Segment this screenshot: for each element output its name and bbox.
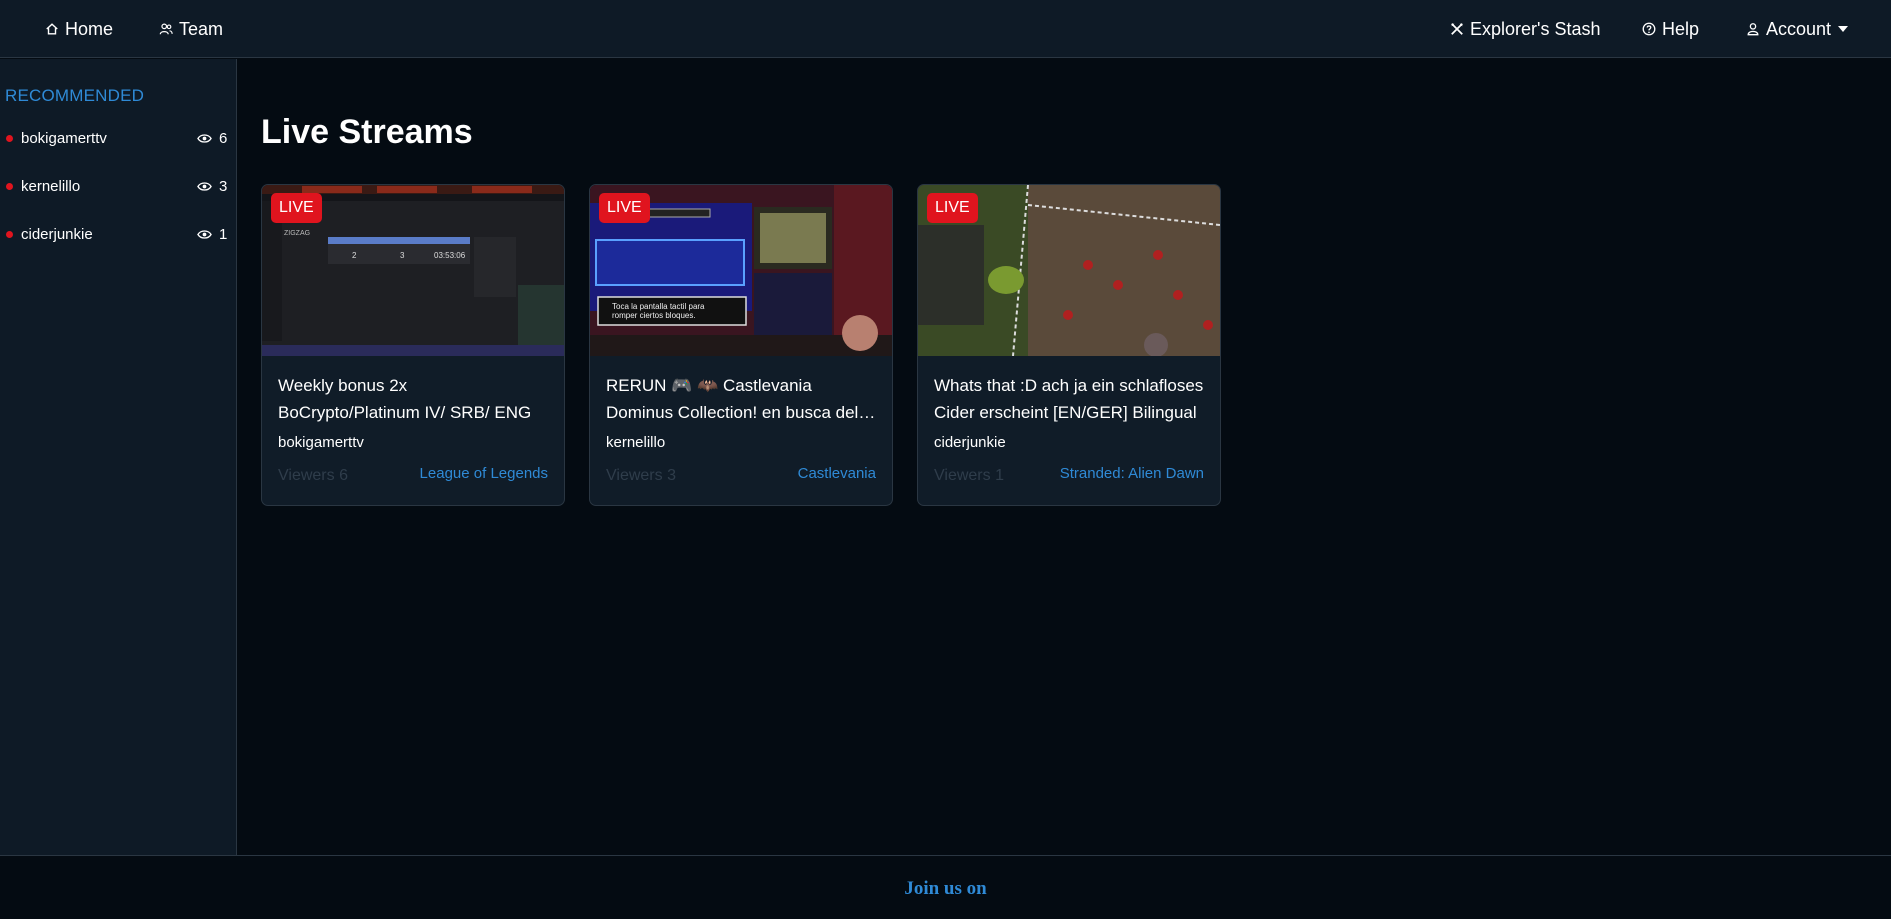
stream-thumbnail[interactable]: Toca la pantalla tactil para romper cier…: [590, 185, 892, 356]
sidebar-item-viewer-count: 6: [219, 129, 228, 147]
svg-text:romper ciertos bloques.: romper ciertos bloques.: [612, 311, 696, 320]
sidebar-item-name: ciderjunkie: [21, 225, 93, 243]
sidebar: RECOMMENDED bokigamerttv 6 kernelillo 3 …: [0, 59, 237, 855]
home-icon: [46, 23, 58, 35]
stream-title: RERUN 🎮 🦇 Castlevania Dominus Collection…: [606, 376, 859, 422]
category-link[interactable]: League of Legends: [420, 465, 548, 482]
live-badge: LIVE: [927, 193, 978, 223]
eye-icon: [197, 229, 212, 239]
team-icon: [159, 23, 173, 35]
category-link[interactable]: Castlevania: [798, 465, 876, 482]
sidebar-item-bokigamerttv[interactable]: bokigamerttv 6: [0, 126, 237, 150]
live-dot-icon: [6, 134, 13, 142]
top-navbar: Home Team Explorer's Stash Help Account: [0, 0, 1891, 58]
nav-home-label: Home: [65, 18, 114, 39]
sidebar-heading: RECOMMENDED: [5, 86, 145, 105]
question-circle-icon: [1642, 22, 1656, 36]
nav-team-link[interactable]: Team: [159, 0, 223, 58]
viewer-count: Viewers 3: [606, 467, 676, 484]
svg-text:ZIGZAG: ZIGZAG: [284, 230, 310, 237]
nav-stash-label: Explorer's Stash: [1470, 18, 1601, 39]
nav-help-link[interactable]: Help: [1642, 0, 1699, 58]
page-title: Live Streams: [261, 113, 473, 151]
sidebar-item-viewer-count: 1: [219, 225, 228, 243]
eye-icon: [197, 133, 212, 143]
streamer-name: ciderjunkie: [934, 434, 1006, 451]
nav-home-link[interactable]: Home: [45, 0, 113, 58]
nav-account-dropdown[interactable]: Account: [1746, 0, 1849, 58]
streamer-name: bokigamerttv: [278, 434, 364, 451]
chevron-down-icon: [1838, 26, 1849, 32]
nav-explorers-stash-link[interactable]: Explorer's Stash: [1450, 0, 1601, 58]
nav-team-label: Team: [179, 18, 224, 39]
sidebar-item-kernelillo[interactable]: kernelillo 3: [0, 174, 237, 198]
nav-help-label: Help: [1662, 18, 1700, 39]
stream-card-bokigamerttv[interactable]: 2 3 03:53:06 ZIGZAG LIVE Weekly bonus 2x…: [261, 184, 565, 506]
sidebar-item-viewer-count: 3: [219, 177, 228, 195]
stream-title: Whats that :D ach ja ein schlafloses Cid…: [934, 376, 1204, 422]
swords-icon: [1451, 23, 1463, 35]
stream-card-kernelillo[interactable]: Toca la pantalla tactil para romper cier…: [589, 184, 893, 506]
live-dot-icon: [6, 182, 13, 190]
sidebar-item-ciderjunkie[interactable]: ciderjunkie 1: [0, 222, 237, 246]
live-dot-icon: [6, 230, 13, 238]
user-icon: [1747, 23, 1759, 36]
live-badge: LIVE: [271, 193, 322, 223]
viewer-count: Viewers 6: [278, 467, 348, 484]
stream-card-ciderjunkie[interactable]: LIVE Whats that :D ach ja ein schlaflose…: [917, 184, 1221, 506]
live-badge: LIVE: [599, 193, 650, 223]
viewer-count: Viewers 1: [934, 467, 1004, 484]
streamer-name: kernelillo: [606, 434, 666, 451]
svg-text:Toca la pantalla tactil para: Toca la pantalla tactil para: [612, 302, 705, 311]
stream-thumbnail[interactable]: LIVE: [918, 185, 1220, 356]
sidebar-item-name: kernelillo: [21, 177, 81, 195]
eye-icon: [197, 181, 212, 191]
stream-thumbnail[interactable]: 2 3 03:53:06 ZIGZAG LIVE: [262, 185, 564, 356]
svg-text:3: 3: [400, 251, 405, 260]
category-link[interactable]: Stranded: Alien Dawn: [1060, 465, 1204, 482]
nav-account-label: Account: [1766, 18, 1832, 39]
svg-text:2: 2: [352, 251, 357, 260]
footer-join-text: Join us on: [904, 878, 987, 899]
stream-title: Weekly bonus 2x BoCrypto/Platinum IV/ SR…: [278, 376, 532, 422]
footer: Join us on: [0, 855, 1891, 919]
svg-text:03:53:06: 03:53:06: [434, 251, 466, 260]
sidebar-item-name: bokigamerttv: [21, 129, 107, 147]
